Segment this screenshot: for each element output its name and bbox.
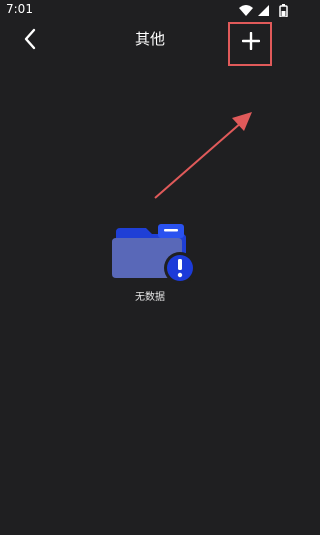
page-title: 其他 bbox=[134, 30, 165, 48]
status-time: 7:01 bbox=[6, 2, 33, 16]
app-screen: 7:01 其他 无数据 bbox=[0, 0, 300, 535]
chevron-left-icon bbox=[24, 28, 36, 50]
battery-icon bbox=[279, 4, 288, 18]
header: 其他 bbox=[0, 20, 300, 66]
status-icons bbox=[238, 2, 294, 18]
folder-warning-icon bbox=[112, 224, 196, 284]
plus-icon bbox=[242, 32, 260, 50]
add-button[interactable] bbox=[228, 22, 272, 66]
status-bar: 7:01 bbox=[0, 0, 300, 20]
wifi-icon bbox=[239, 5, 253, 16]
back-button[interactable] bbox=[18, 26, 44, 52]
empty-state-text: 无数据 bbox=[135, 292, 165, 303]
cellular-signal-icon bbox=[258, 5, 269, 16]
empty-state: 无数据 bbox=[100, 220, 200, 310]
